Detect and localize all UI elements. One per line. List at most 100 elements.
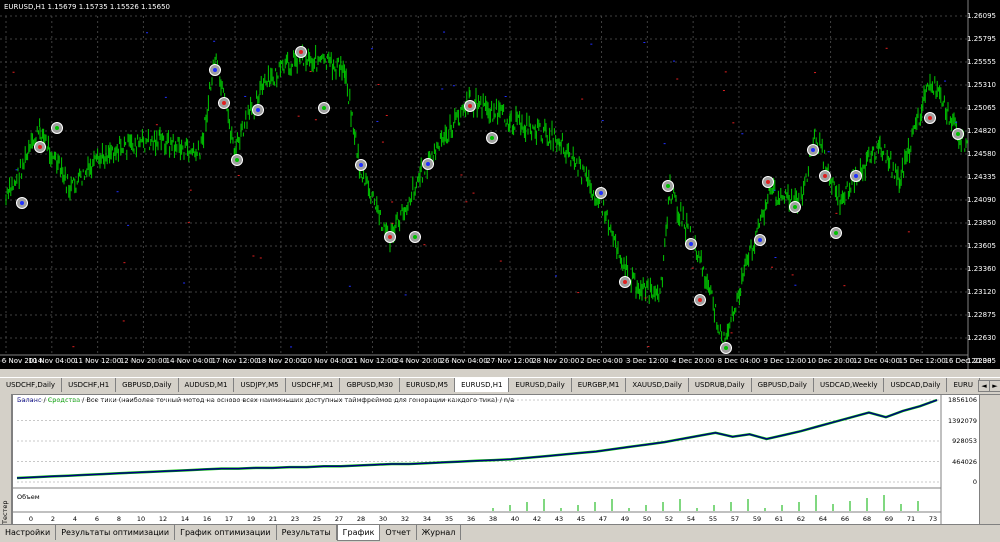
trade-tick: 40 [510, 515, 520, 523]
tester-tab[interactable]: Отчет [380, 525, 417, 540]
symbol-tab[interactable]: XAUUSD,Daily [626, 378, 689, 392]
symbol-tab[interactable]: EURUSD,H1 [455, 378, 510, 392]
indicator-dot [741, 133, 744, 135]
price-chart[interactable]: EURUSD,H1 1.15679 1.15735 1.15526 1.1565… [0, 0, 1000, 369]
trade-marker-core [689, 242, 693, 246]
symbol-tab[interactable]: EURU [947, 378, 980, 392]
symbol-tab[interactable]: EURUSD,M5 [400, 378, 456, 392]
time-tick: 12 Nov 20:00 [119, 357, 168, 365]
trade-tick: 69 [884, 515, 894, 523]
tester-tab[interactable]: Результаты [277, 525, 337, 540]
trade-tick: 50 [642, 515, 652, 523]
indicator-dot [672, 60, 675, 62]
trade-marker-core [623, 280, 627, 284]
indicator-dot [504, 96, 507, 98]
trade-marker-core [758, 238, 762, 242]
trade-tick: 8 [116, 515, 122, 523]
indicator-dot [213, 40, 216, 42]
tester-tab[interactable]: Журнал [417, 525, 462, 540]
price-tick: 1.25310 [967, 81, 996, 89]
trade-tick: 19 [246, 515, 256, 523]
symbol-tab[interactable]: USDCHF,M1 [286, 378, 341, 392]
time-tick: 11 Nov 12:00 [74, 357, 122, 365]
indicator-dot [676, 78, 679, 80]
time-tick: 3 Dec 12:00 [626, 357, 669, 365]
balance-graph: Баланс / Средства / Все тики (наиболее т… [12, 394, 980, 526]
trade-tick: 4 [72, 515, 78, 523]
indicator-dot [499, 260, 502, 262]
trade-marker-core [956, 132, 960, 136]
time-tick: 17 Nov 12:00 [211, 357, 259, 365]
symbol-tab[interactable]: USDCAD,Weekly [814, 378, 885, 392]
indicator-dot [309, 71, 312, 73]
price-tick: 1.24335 [967, 173, 996, 181]
symbol-tab[interactable]: EURUSD,Daily [509, 378, 572, 392]
trade-tick: 28 [356, 515, 366, 523]
trade-tick: 0 [28, 515, 34, 523]
indicator-dot [827, 151, 830, 153]
trade-tick: 54 [686, 515, 696, 523]
symbol-tab[interactable]: USDRUB,Daily [689, 378, 752, 392]
indicator-dot [15, 169, 18, 171]
time-tick: 9 Dec 12:00 [763, 357, 807, 365]
tester-tab[interactable]: Настройки [0, 525, 57, 540]
indicator-dot [391, 222, 394, 224]
trade-tick: 59 [752, 515, 762, 523]
indicator-dot [314, 119, 317, 121]
tester-tab[interactable]: График оптимизации [175, 525, 277, 540]
tabs-scroll-right[interactable]: ► [989, 380, 1000, 392]
price-tick: 1.23605 [967, 242, 996, 250]
trade-tick: 17 [224, 515, 234, 523]
time-tick: 18 Nov 20:00 [257, 357, 305, 365]
tester-panel-handle[interactable]: Тестер [0, 394, 12, 524]
trade-marker-core [359, 163, 363, 167]
symbol-tab[interactable]: USDJPY,M5 [234, 378, 286, 392]
tester-tab[interactable]: Результаты оптимизации [56, 525, 176, 540]
symbol-tab[interactable]: EURGBP,M1 [572, 378, 627, 392]
price-chart-canvas [0, 0, 969, 369]
indicator-dot [244, 95, 247, 97]
value-tick: 1856106 [948, 396, 977, 404]
price-tick: 1.23360 [967, 265, 996, 273]
indicator-dot [722, 90, 725, 92]
trade-marker-core [854, 174, 858, 178]
indicator-dot [647, 346, 650, 348]
trade-tick: 12 [158, 515, 168, 523]
price-tick: 1.23850 [967, 219, 996, 227]
indicator-dot [290, 346, 293, 348]
indicator-dot [381, 141, 384, 143]
trade-marker-core [222, 101, 226, 105]
indicator-dot [577, 292, 580, 294]
indicator-dot [376, 120, 379, 122]
trade-marker-core [426, 162, 430, 166]
trade-marker-core [698, 298, 702, 302]
indicator-dot [452, 85, 455, 87]
indicator-dot [164, 96, 167, 98]
symbol-tab[interactable]: USDCHF,H1 [62, 378, 117, 392]
indicator-dot [835, 212, 838, 214]
price-tick: 1.24820 [967, 127, 996, 135]
tester-tab[interactable]: График [336, 525, 381, 541]
indicator-dot [116, 191, 119, 193]
trade-tick: 27 [334, 515, 344, 523]
symbol-tab[interactable]: AUDUSD,M1 [179, 378, 235, 392]
indicator-dot [404, 294, 407, 296]
price-tick: 1.24580 [967, 150, 996, 158]
trade-tick: 6 [94, 515, 100, 523]
symbol-tab[interactable]: USDCHF,Daily [0, 378, 63, 392]
trade-tick: 52 [664, 515, 674, 523]
trade-marker-core [793, 205, 797, 209]
indicator-dot [643, 41, 646, 43]
trade-tick: 62 [796, 515, 806, 523]
symbol-tab[interactable]: GBPUSD,M30 [340, 378, 401, 392]
time-tick: 14 Nov 04:00 [165, 357, 213, 365]
time-tick: 28 Nov 20:00 [532, 357, 580, 365]
value-tick: 928053 [952, 437, 977, 445]
trade-tick: 45 [576, 515, 586, 523]
symbol-tab[interactable]: GBPUSD,Daily [116, 378, 179, 392]
time-tick: 24 Nov 20:00 [394, 357, 442, 365]
symbol-tab[interactable]: GBPUSD,Daily [752, 378, 814, 392]
symbol-tab[interactable]: USDCAD,Daily [884, 378, 948, 392]
chart-title: EURUSD,H1 1.15679 1.15735 1.15526 1.1565… [4, 3, 170, 11]
trade-marker-core [834, 231, 838, 235]
